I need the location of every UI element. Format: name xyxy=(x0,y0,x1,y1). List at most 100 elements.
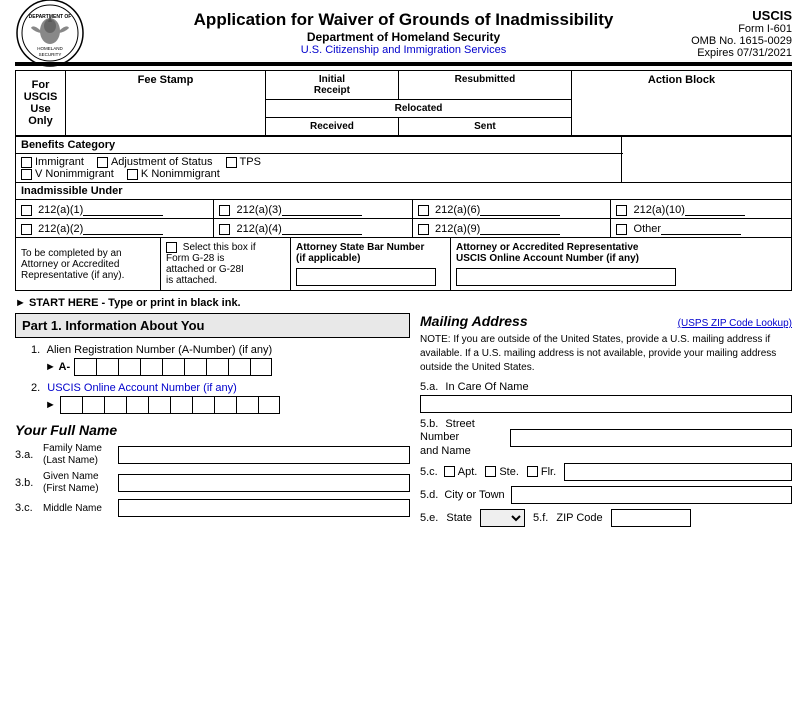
code-212a6-checkbox[interactable] xyxy=(418,205,429,216)
form-id: Form I-601 xyxy=(691,23,792,35)
received-cell: Received xyxy=(266,118,399,136)
field5d-row: 5.d. City or Town xyxy=(420,486,792,504)
code-212a1-checkbox[interactable] xyxy=(21,205,32,216)
field3b-num: 3.b. xyxy=(15,477,43,489)
field3c-num: 3.c. xyxy=(15,502,43,514)
benefits-options: Immigrant Adjustment of Status TPS V Non… xyxy=(16,154,622,183)
benefits-label: Benefits Category xyxy=(16,137,622,154)
a-num-1[interactable] xyxy=(74,358,96,376)
expiry-date: Expires 07/31/2021 xyxy=(691,47,792,59)
a-num-9[interactable] xyxy=(250,358,272,376)
field2-row: 2. USCIS Online Account Number (if any) … xyxy=(15,382,410,414)
code-212a10-checkbox[interactable] xyxy=(616,205,627,216)
g28-checkbox[interactable] xyxy=(166,242,177,253)
code-212a9-checkbox[interactable] xyxy=(418,224,429,235)
online-account-input[interactable] xyxy=(456,268,676,286)
a-num-7[interactable] xyxy=(206,358,228,376)
online-account-cell: Attorney or Accredited RepresentativeUSC… xyxy=(451,238,792,291)
middle-name-input[interactable] xyxy=(118,499,410,517)
given-name-input[interactable] xyxy=(118,474,410,492)
code-212a6-field[interactable] xyxy=(480,202,560,216)
form-title: Application for Waiver of Grounds of Ina… xyxy=(194,10,614,30)
uscis-10[interactable] xyxy=(258,396,280,414)
form-header: DEPARTMENT OF HOMELAND SECURITY Applicat… xyxy=(15,10,792,56)
state-select[interactable]: ALAKAZ CACOCT FLGAHI NYTX xyxy=(480,509,525,527)
field3b-row: 3.b. Given Name(First Name) xyxy=(15,471,410,495)
other-checkbox[interactable] xyxy=(616,224,627,235)
uscis-6[interactable] xyxy=(170,396,192,414)
code-212a3-checkbox[interactable] xyxy=(219,205,230,216)
uscis-2[interactable] xyxy=(82,396,104,414)
uscis-1[interactable] xyxy=(60,396,82,414)
field5a-row: 5.a. In Care Of Name xyxy=(420,381,792,413)
code-212a4-checkbox[interactable] xyxy=(219,224,230,235)
sub-agency-name: U.S. Citizenship and Immigration Service… xyxy=(194,44,614,56)
field5c-label: 5.c. xyxy=(420,466,438,478)
field1-number: 1. xyxy=(31,344,40,356)
code-212a3-field[interactable] xyxy=(282,202,362,216)
header-center: Application for Waiver of Grounds of Ina… xyxy=(194,10,614,56)
field2-label: 2. USCIS Online Account Number (if any) xyxy=(31,382,410,394)
other-field[interactable] xyxy=(661,221,741,235)
in-care-of-input[interactable] xyxy=(420,395,792,413)
svg-text:HOMELAND: HOMELAND xyxy=(37,46,63,51)
code-212a2-checkbox[interactable] xyxy=(21,224,32,235)
uscis-4[interactable] xyxy=(126,396,148,414)
inadmissible-table: Inadmissible Under 212(a)(1) 212(a)(3) 2… xyxy=(15,183,792,238)
apt-ste-flr-input[interactable] xyxy=(564,463,792,481)
apt-checkbox[interactable] xyxy=(444,466,455,477)
a-num-8[interactable] xyxy=(228,358,250,376)
state-label: State xyxy=(446,512,472,524)
a-num-2[interactable] xyxy=(96,358,118,376)
city-input[interactable] xyxy=(511,486,792,504)
uscis-8[interactable] xyxy=(214,396,236,414)
field1-label: 1. Alien Registration Number (A-Number) … xyxy=(31,344,410,356)
attorney-table: To be completed by an Attorney or Accred… xyxy=(15,238,792,291)
field2-number: 2. xyxy=(31,382,40,394)
a-num-4[interactable] xyxy=(140,358,162,376)
uscis-5[interactable] xyxy=(148,396,170,414)
uscis-3[interactable] xyxy=(104,396,126,414)
attorney-checkbox-cell: Select this box ifForm G-28 isattached o… xyxy=(161,238,291,291)
code-212a9-field[interactable] xyxy=(480,221,560,235)
svg-text:SECURITY: SECURITY xyxy=(39,52,62,57)
benefits-table: Benefits Category Immigrant Adjustment o… xyxy=(15,136,792,183)
bar-number-label: Attorney State Bar Number(if applicable) xyxy=(296,242,445,264)
uscis-use-cell: ForUSCISUseOnly xyxy=(16,71,66,136)
resubmitted-cell: Resubmitted xyxy=(398,71,571,100)
a-num-3[interactable] xyxy=(118,358,140,376)
flr-checkbox[interactable] xyxy=(527,466,538,477)
zip-code-input[interactable] xyxy=(611,509,691,527)
zip-label: ZIP Code xyxy=(556,512,602,524)
family-name-input[interactable] xyxy=(118,446,410,464)
full-name-header: Your Full Name xyxy=(15,422,410,438)
uscis-7[interactable] xyxy=(192,396,214,414)
code-212a10-field[interactable] xyxy=(685,202,745,216)
code-212a4-field[interactable] xyxy=(282,221,362,235)
a-num-5[interactable] xyxy=(162,358,184,376)
form-id-block: USCIS Form I-601 OMB No. 1615-0029 Expir… xyxy=(691,8,792,59)
bar-number-input[interactable] xyxy=(296,268,436,286)
attorney-description: To be completed by an Attorney or Accred… xyxy=(16,238,161,291)
v-nonimmigrant-checkbox[interactable] xyxy=(21,169,32,180)
k-nonimmigrant-checkbox[interactable] xyxy=(127,169,138,180)
immigrant-checkbox[interactable] xyxy=(21,157,32,168)
code-212a1-field[interactable] xyxy=(83,202,163,216)
fee-stamp-cell: Fee Stamp xyxy=(66,71,266,136)
tps-checkbox[interactable] xyxy=(226,157,237,168)
ste-checkbox[interactable] xyxy=(485,466,496,477)
zip-lookup-link[interactable]: (USPS ZIP Code Lookup) xyxy=(678,318,792,329)
field1-row: 1. Alien Registration Number (A-Number) … xyxy=(15,344,410,376)
right-column: Mailing Address (USPS ZIP Code Lookup) N… xyxy=(420,313,792,527)
start-here-text: ► START HERE - Type or print in black in… xyxy=(15,297,792,309)
adjustment-checkbox[interactable] xyxy=(97,157,108,168)
a-num-6[interactable] xyxy=(184,358,206,376)
uscis-account-container: ► xyxy=(45,396,410,414)
code-212a2-field[interactable] xyxy=(83,221,163,235)
uscis-9[interactable] xyxy=(236,396,258,414)
mailing-note: NOTE: If you are outside of the United S… xyxy=(420,333,792,375)
field5b-row: 5.b. Street Numberand Name xyxy=(420,418,792,458)
initial-receipt-cell: InitialReceipt xyxy=(266,71,399,100)
mailing-title: Mailing Address xyxy=(420,313,528,329)
street-number-input[interactable] xyxy=(510,429,792,447)
